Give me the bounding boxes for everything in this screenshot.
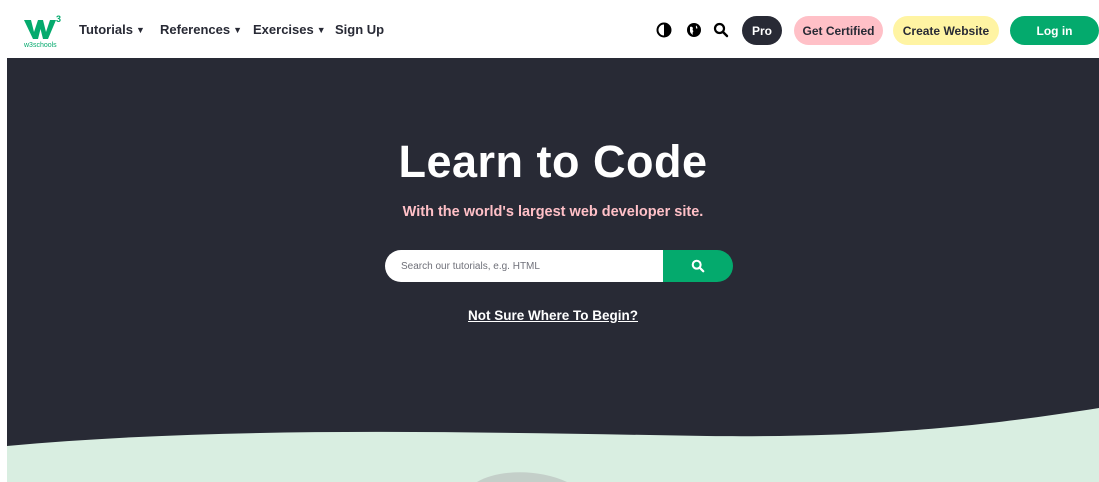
- begin-link-container: Not Sure Where To Begin?: [7, 307, 1099, 325]
- hero-subtitle: With the world's largest web developer s…: [402, 204, 704, 220]
- nav-exercises-dropdown[interactable]: Exercises ▼: [253, 22, 326, 37]
- tutorial-search-input[interactable]: [385, 250, 663, 282]
- login-button[interactable]: Log in: [1010, 16, 1099, 45]
- nav-references-label: References: [160, 22, 231, 37]
- tutorial-search-bar: [385, 250, 733, 282]
- nav-tutorials-label: Tutorials: [79, 22, 133, 37]
- nav-tutorials-dropdown[interactable]: Tutorials ▼: [79, 22, 145, 37]
- pro-button[interactable]: Pro: [742, 16, 782, 45]
- search-icon[interactable]: [713, 22, 729, 38]
- w3schools-logo-icon: 3 w3schools: [23, 14, 61, 49]
- create-website-button[interactable]: Create Website: [893, 16, 999, 45]
- globe-icon[interactable]: [686, 22, 702, 38]
- top-navigation-bar: 3 w3schools Tutorials ▼ References ▼ Exe…: [0, 0, 1099, 58]
- search-icon: [691, 259, 705, 273]
- hero-section: Learn to Code With the world's largest w…: [7, 58, 1099, 482]
- hero-title: Learn to Code: [398, 136, 708, 187]
- nav-signup-link[interactable]: Sign Up: [335, 22, 384, 37]
- svg-text:3: 3: [56, 14, 61, 24]
- search-submit-button[interactable]: [663, 250, 733, 282]
- caret-down-icon: ▼: [135, 24, 145, 35]
- nav-references-dropdown[interactable]: References ▼: [160, 22, 242, 37]
- w3schools-logo[interactable]: 3 w3schools: [22, 14, 62, 49]
- svg-text:w3schools: w3schools: [23, 42, 57, 48]
- nav-exercises-label: Exercises: [253, 22, 314, 37]
- contrast-icon[interactable]: [656, 22, 672, 38]
- caret-down-icon: ▼: [233, 24, 243, 35]
- caret-down-icon: ▼: [316, 24, 326, 35]
- get-certified-button[interactable]: Get Certified: [794, 16, 883, 45]
- not-sure-where-to-begin-link[interactable]: Not Sure Where To Begin?: [468, 308, 638, 323]
